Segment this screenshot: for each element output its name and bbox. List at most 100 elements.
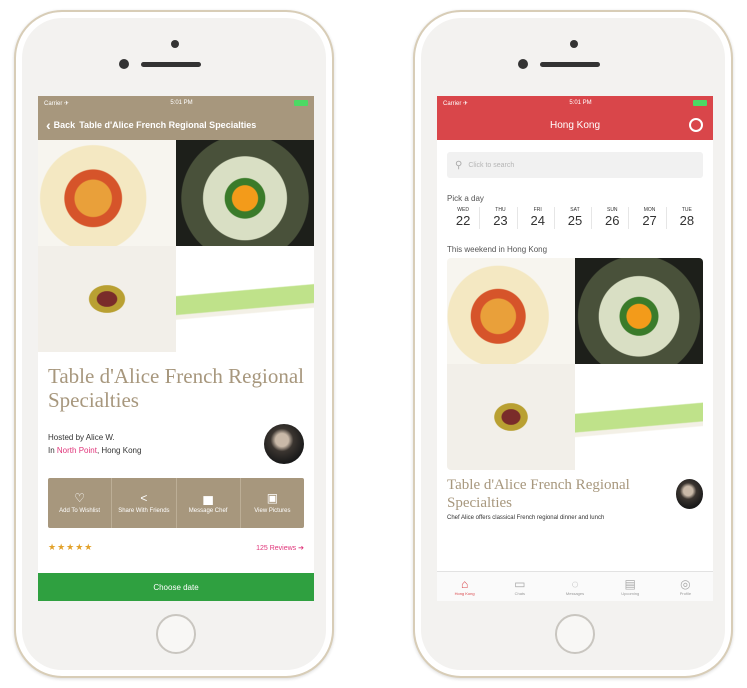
day-tue[interactable]: TUE 28 (671, 207, 703, 229)
rating-stars: ★★★★★ (48, 542, 94, 552)
clock-label: 5:01 PM (170, 100, 193, 106)
message-label: Message Chef (188, 508, 228, 514)
card-title[interactable]: Table d'Alice French Regional Specialtie… (447, 476, 676, 512)
back-chevron-icon[interactable]: ‹ (46, 117, 51, 133)
listing-title: Table d'Alice French Regional Specialtie… (48, 364, 304, 412)
globe-icon[interactable] (689, 118, 703, 132)
tab-label: Chats (514, 591, 526, 596)
front-camera (119, 59, 129, 69)
day-date: 24 (530, 213, 545, 228)
dish-photo-3[interactable] (447, 364, 575, 470)
dish-photo-1[interactable] (447, 258, 575, 364)
dish-photo-2[interactable] (176, 140, 314, 246)
share-button[interactable]: < Share With Friends (112, 478, 177, 528)
dish-photo-2[interactable] (575, 258, 703, 364)
view-pictures-button[interactable]: ▣ View Pictures (241, 478, 304, 528)
location-prefix: In (48, 446, 55, 455)
share-icon: < (140, 491, 148, 505)
dish-photo-4[interactable] (176, 246, 314, 352)
tab-hong-kong[interactable]: ⌂ Hong Kong (437, 572, 492, 601)
location-suffix: , Hong Kong (96, 446, 142, 455)
host-avatar[interactable] (675, 479, 703, 509)
nav-bar: Hong Kong (437, 110, 713, 140)
chat-icon: ◌ (571, 577, 579, 591)
dish-photo-3[interactable] (38, 246, 176, 352)
host-info: Hosted by Alice W. In North Point, Hong … (48, 431, 141, 457)
host-line: Hosted by Alice W. (48, 433, 115, 442)
home-button[interactable] (156, 614, 196, 654)
message-chef-button[interactable]: ▅ Message Chef (177, 478, 241, 528)
sensor-dot (570, 40, 578, 48)
home-feed-screen: Carrier ✈ 5:01 PM Hong Kong ⚲ Click to s… (437, 96, 713, 601)
photo-grid[interactable] (38, 140, 314, 352)
pictures-label: View Pictures (254, 508, 291, 514)
calendar-icon: ▤ (624, 577, 636, 591)
tab-bar: ⌂ Hong Kong ▭ Chats ◌ Messages ▤ Upcoming ◎ P… (437, 571, 713, 601)
card-title-row[interactable]: Table d'Alice French Regional Specialtie… (437, 470, 713, 512)
wishlist-button[interactable]: ♡ Add To Wishlist (48, 478, 113, 528)
tab-upcoming[interactable]: ▤ Upcoming (603, 572, 658, 601)
day-sat[interactable]: SAT 25 (559, 207, 593, 229)
card-description: Chef Alice offers classical French regio… (447, 515, 605, 521)
heart-icon: ♡ (74, 491, 85, 505)
day-mon[interactable]: MON 27 (633, 207, 667, 229)
carrier-label: Carrier ✈ (443, 100, 469, 107)
action-bar: ♡ Add To Wishlist < Share With Friends ▅… (48, 478, 304, 528)
reviews-link[interactable]: 125 Reviews ➔ (256, 544, 304, 552)
nav-bar: ‹ Back Table d'Alice French Regional Spe… (38, 110, 314, 140)
share-label: Share With Friends (118, 508, 170, 514)
dish-photo-1[interactable] (38, 140, 176, 246)
location-link[interactable]: North Point (57, 446, 97, 455)
day-thu[interactable]: THU 23 (484, 207, 518, 229)
search-icon: ⚲ (455, 159, 463, 171)
tab-label: Hong Kong (454, 591, 475, 596)
sensor-dot (171, 40, 179, 48)
home-icon: ⌂ (460, 577, 469, 591)
pick-day-label: Pick a day (447, 194, 484, 203)
earpiece-speaker (141, 62, 201, 67)
nav-title: Hong Kong (549, 119, 601, 131)
choose-date-button[interactable]: Choose date (38, 573, 314, 601)
search-input[interactable]: ⚲ Click to search (447, 152, 703, 178)
battery-icon (692, 100, 707, 106)
tab-chats[interactable]: ▭ Chats (492, 572, 547, 601)
tab-label: Upcoming (621, 591, 640, 596)
day-sun[interactable]: SUN 26 (596, 207, 630, 229)
day-date: 26 (605, 213, 620, 228)
status-bar: Carrier ✈ 5:01 PM (38, 96, 314, 110)
host-avatar[interactable] (264, 424, 304, 464)
nav-title: Table d'Alice French Regional Specialtie… (79, 120, 257, 130)
message-icon: ▅ (203, 491, 213, 505)
earpiece-speaker (540, 62, 600, 67)
tab-label: Messages (565, 591, 585, 596)
tab-profile[interactable]: ◎ Profile (658, 572, 713, 601)
day-date: 27 (642, 213, 657, 228)
carrier-label: Carrier ✈ (44, 100, 70, 107)
day-date: 28 (679, 213, 695, 228)
pictures-icon: ▣ (266, 491, 279, 505)
host-row: Hosted by Alice W. In North Point, Hong … (38, 412, 314, 464)
rating-row: ★★★★★ 125 Reviews ➔ (38, 528, 314, 553)
map-icon: ▭ (514, 577, 526, 591)
day-fri[interactable]: FRI 24 (522, 207, 555, 229)
day-date: 22 (455, 213, 471, 228)
phone-right: Carrier ✈ 5:01 PM Hong Kong ⚲ Click to s… (413, 10, 733, 678)
location-line: In North Point, Hong Kong (48, 444, 141, 457)
clock-label: 5:01 PM (569, 100, 592, 106)
tab-messages[interactable]: ◌ Messages (547, 572, 602, 601)
day-date: 23 (493, 213, 508, 228)
back-button[interactable]: Back (54, 120, 76, 130)
listing-card-photos[interactable] (447, 258, 703, 470)
day-date: 25 (567, 213, 583, 228)
wishlist-label: Add To Wishlist (59, 508, 101, 514)
search-placeholder: Click to search (468, 161, 515, 169)
battery-icon (293, 100, 308, 106)
home-button[interactable] (555, 614, 595, 654)
phone-left: Carrier ✈ 5:01 PM ‹ Back Table d'Alice F… (14, 10, 334, 678)
tab-label: Profile (679, 591, 692, 596)
listing-detail-screen: Carrier ✈ 5:01 PM ‹ Back Table d'Alice F… (38, 96, 314, 601)
day-wed[interactable]: WED 22 (447, 207, 481, 229)
status-bar: Carrier ✈ 5:01 PM (437, 96, 713, 110)
day-picker: WED 22 THU 23 FRI 24 SAT 25 SUN 26 MON 27 TUE 2… (437, 207, 713, 229)
dish-photo-4[interactable] (575, 364, 703, 470)
